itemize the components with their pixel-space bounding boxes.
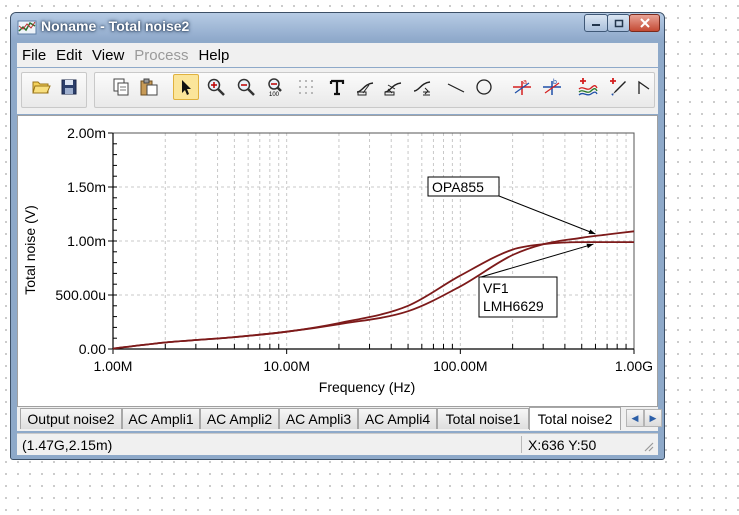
marker-pen-icon: [610, 78, 626, 96]
tab-total-noise1[interactable]: Total noise1: [437, 408, 529, 429]
y-tick-label: 0.00: [79, 341, 106, 357]
tab-ac-ampli3[interactable]: AC Ampli3: [279, 408, 358, 429]
curve-tag-icon: [384, 82, 402, 96]
tab-ac-ampli4[interactable]: AC Ampli4: [358, 408, 437, 429]
tab-scroll-right-button[interactable]: ▶: [644, 409, 662, 427]
svg-text:b: b: [553, 79, 557, 86]
zoom-in-button[interactable]: [203, 74, 229, 100]
circle-tool-icon: [476, 79, 492, 95]
y-axis-label: Total noise (V): [22, 205, 38, 294]
paste-button[interactable]: [136, 74, 162, 100]
close-icon: [639, 18, 650, 28]
y-tick-label: 2.00m: [67, 125, 106, 141]
x-axis-label: Frequency (Hz): [319, 379, 415, 395]
paste-icon: [140, 78, 158, 96]
annotation-arrow-opa855-head: [588, 229, 596, 235]
status-divider: [521, 436, 522, 453]
window-title: Noname - Total noise2: [41, 18, 190, 34]
maximize-button[interactable]: [607, 14, 630, 32]
grid-icon: [299, 80, 313, 94]
toolbar: 100 a b: [17, 68, 658, 114]
status-cursor-position: X:636 Y:50: [528, 437, 597, 453]
cursor-a-button[interactable]: a: [509, 74, 535, 100]
tab-ac-ampli2[interactable]: AC Ampli2: [200, 408, 279, 429]
menu-view[interactable]: View: [87, 47, 129, 64]
app-logo-icon: [17, 20, 37, 35]
tab-scroll-left-button[interactable]: ◀: [626, 409, 644, 427]
annotation-arrow-lmh6629-head: [586, 243, 594, 249]
status-coordinates: (1.47G,2.15m): [22, 437, 113, 453]
curve-edit-button[interactable]: [409, 74, 435, 100]
menu-bar: File Edit View Process Help: [17, 43, 658, 67]
select-arrow-icon: [182, 80, 191, 95]
zoom-100-icon: 100: [268, 78, 282, 97]
tab-output-noise2[interactable]: Output noise2: [20, 408, 122, 429]
x-tick-label: 100.00M: [433, 358, 487, 374]
text-tool-icon: [329, 79, 345, 96]
y-tick-label: 1.00m: [67, 233, 106, 249]
tab-ac-ampli1[interactable]: AC Ampli1: [122, 408, 200, 429]
menu-process[interactable]: Process: [129, 47, 193, 64]
tab-total-noise2[interactable]: Total noise2: [529, 407, 621, 430]
curve-tag-button[interactable]: [380, 74, 406, 100]
annotation-arrow-lmh6629: [480, 243, 594, 278]
save-button[interactable]: [56, 74, 82, 100]
curve-label-button[interactable]: [352, 74, 378, 100]
noise-chart[interactable]: OPA855 VF1 LMH6629 1.00M 10.00M 100.00M 1.00G…: [18, 116, 657, 406]
cursor-b-icon: b: [543, 79, 561, 95]
line-tool-button[interactable]: [443, 74, 469, 100]
main-window: Noname - Total noise2 File Edit View Pro…: [10, 12, 665, 460]
menu-edit[interactable]: Edit: [51, 47, 87, 64]
zoom-in-icon: [207, 78, 225, 96]
minimize-icon: [592, 24, 600, 26]
annotation-label-vf1: VF1: [483, 280, 509, 296]
title-bar[interactable]: Noname - Total noise2: [11, 13, 664, 40]
y-tick-label: 1.50m: [67, 179, 106, 195]
circle-tool-button[interactable]: [471, 74, 497, 100]
minimize-button[interactable]: [584, 14, 608, 32]
x-tick-label: 1.00G: [615, 358, 653, 374]
plot-area[interactable]: OPA855 VF1 LMH6629 1.00M 10.00M 100.00M 1.00G…: [17, 115, 658, 407]
annotation-arrow-opa855: [498, 195, 596, 235]
x-tick-label: 10.00M: [263, 358, 310, 374]
grid-button[interactable]: [293, 74, 319, 100]
sheet-tabs: Output noise2 AC Ampli1 AC Ampli2 AC Amp…: [17, 407, 662, 431]
triangle-left-icon: ◀: [631, 412, 639, 423]
copy-icon: [113, 78, 129, 96]
copy-button[interactable]: [108, 74, 134, 100]
resize-grip-icon[interactable]: [642, 440, 654, 452]
svg-text:a: a: [523, 79, 527, 86]
zoom-100-button[interactable]: 100: [263, 74, 289, 100]
x-tick-label: 1.00M: [94, 358, 133, 374]
close-button[interactable]: [629, 14, 660, 32]
menu-file[interactable]: File: [17, 47, 51, 64]
add-curve-button[interactable]: [575, 74, 601, 100]
zoom-out-button[interactable]: [233, 74, 259, 100]
menu-help[interactable]: Help: [193, 47, 234, 64]
save-disk-icon: [61, 79, 77, 95]
marker-pen-button[interactable]: [605, 74, 631, 100]
cursor-b-button[interactable]: b: [539, 74, 565, 100]
curve-edit-icon: [413, 81, 431, 96]
y-tick-label: 500.00u: [55, 287, 106, 303]
corner-tool-button[interactable]: [631, 74, 657, 100]
annotation-label-lmh6629: LMH6629: [483, 298, 544, 314]
line-tool-icon: [447, 83, 465, 93]
status-bar: (1.47G,2.15m) X:636 Y:50: [17, 433, 658, 455]
select-button[interactable]: [173, 74, 199, 100]
annotation-label-opa855: OPA855: [432, 179, 484, 195]
text-tool-button[interactable]: [324, 74, 350, 100]
open-button[interactable]: [28, 74, 54, 100]
open-folder-icon: [32, 81, 51, 94]
add-curve-icon: [578, 78, 598, 96]
maximize-icon: [614, 19, 623, 27]
zoom-out-icon: [237, 78, 255, 96]
cursor-a-icon: a: [513, 79, 531, 95]
svg-text:100: 100: [269, 92, 280, 97]
triangle-right-icon: ▶: [649, 412, 657, 423]
corner-tool-icon: [638, 80, 650, 94]
curve-label-icon: [356, 82, 374, 96]
